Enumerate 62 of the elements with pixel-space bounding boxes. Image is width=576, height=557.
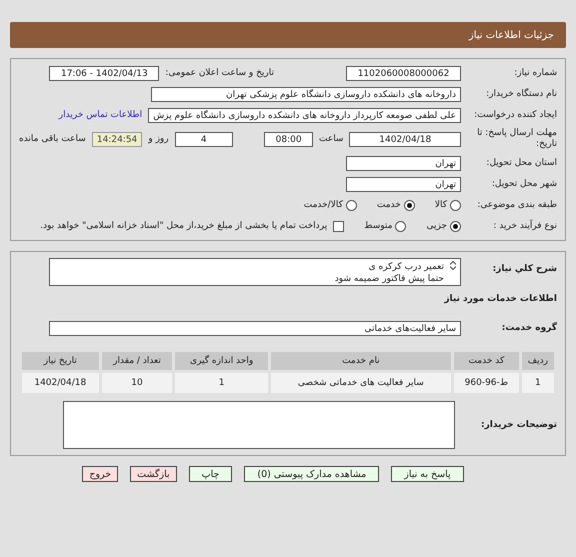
table-cell: 1 <box>174 372 270 394</box>
text-field[interactable]: تهران <box>346 156 461 170</box>
column-header: کد خدمت <box>452 350 520 372</box>
field-label: شهر محل تحویل: <box>490 179 557 189</box>
radio-label: متوسط <box>364 221 392 231</box>
text-field[interactable]: علی لطفی صومعه کارپرداز داروخانه های دانشکده داروسازی دانشگاه علوم پزش <box>148 108 461 122</box>
action-button[interactable]: چاپ <box>188 466 232 482</box>
action-button[interactable]: خروج <box>82 466 118 482</box>
radio-label: کالا <box>434 200 447 210</box>
text-field[interactable]: تهران <box>346 176 461 192</box>
radio-button[interactable] <box>346 200 357 210</box>
text-field[interactable]: 1402/04/18 <box>349 132 461 146</box>
action-button[interactable]: پاسخ به نیاز <box>391 466 464 482</box>
column-header: واحد اندازه گیری <box>174 350 270 372</box>
spinner-icon[interactable] <box>450 261 456 270</box>
text-field[interactable]: 1402/04/13 - 17:06 <box>49 66 160 80</box>
contact-link[interactable]: اطلاعات تماس خریدار <box>58 110 142 120</box>
field-label: شماره نیاز: <box>513 68 557 78</box>
field-label: گروه خدمت: <box>500 323 557 333</box>
field-label: نوع فرآیند خرید : <box>492 221 557 231</box>
table-cell: 1 <box>520 372 556 394</box>
text-field[interactable]: 08:00 <box>264 132 313 146</box>
field-label: روز و <box>148 134 169 144</box>
description-line: حتما پیش فاکتور ضمیمه شود <box>334 273 444 285</box>
field-label: مهلت ارسال پاسخ: تا تاریخ: <box>476 128 557 150</box>
field-label: شرح کلي نياز: <box>492 264 557 274</box>
radio-label: جزیی <box>426 221 447 231</box>
radio-button[interactable] <box>450 220 461 232</box>
column-header: نام خدمت <box>269 350 452 372</box>
radio-button[interactable] <box>450 200 461 210</box>
page-title: جزئیات اطلاعات نیاز <box>468 30 554 40</box>
description-field[interactable]: تعمیر درب کرکره ی حتما پیش فاکتور ضمیمه شود <box>49 258 461 286</box>
section-title: اطلاعات خدمات مورد نیاز <box>444 294 557 304</box>
text-field[interactable]: 1102060008000062 <box>346 66 461 80</box>
checkbox[interactable] <box>333 220 344 232</box>
text-field[interactable]: سایر فعالیت‌های خدماتی <box>49 320 461 336</box>
column-header: تعداد / مقدار <box>100 350 174 372</box>
countdown-field[interactable]: 14:24:54 <box>92 132 142 146</box>
field-label: طبقه بندی موضوعی: <box>476 200 557 210</box>
text-field[interactable]: داروخانه های دانشکده داروسازی دانشگاه علوم پزشکی تهران <box>151 86 461 102</box>
field-label: ایجاد کننده درخواست: <box>473 110 557 120</box>
description-line: تعمیر درب کرکره ی <box>368 261 444 273</box>
notes-field[interactable] <box>63 401 455 449</box>
checkbox-label: پرداخت تمام یا بخشی از مبلغ خرید،از محل "اسناد خزانه اسلامی" خواهد بود. <box>40 221 328 231</box>
field-label: تاریخ و ساعت اعلان عمومی: <box>165 68 274 78</box>
radio-label: خدمت <box>376 200 401 210</box>
radio-button[interactable] <box>404 200 415 210</box>
text-field[interactable]: 4 <box>174 132 233 146</box>
field-label: نام دستگاه خریدار: <box>485 89 557 99</box>
field-label: توضیحات خریدار: <box>480 420 557 430</box>
action-button[interactable]: بازگشت <box>130 466 177 482</box>
column-header: ردیف <box>520 350 556 372</box>
table-cell: ط-96-960 <box>452 372 520 394</box>
table-cell: سایر فعالیت های خدماتی شخصی <box>269 372 452 394</box>
radio-label: کالا/خدمت <box>304 200 343 210</box>
field-label: ساعت باقی مانده <box>18 134 86 144</box>
radio-button[interactable] <box>395 220 406 232</box>
column-header: تاریخ نیاز <box>20 350 100 372</box>
table-cell: 1402/04/18 <box>20 372 100 394</box>
action-button[interactable]: مشاهده مدارک پیوستی (0) <box>244 466 380 482</box>
field-label: استان محل تحویل: <box>485 158 557 168</box>
field-label: ساعت <box>318 134 344 144</box>
